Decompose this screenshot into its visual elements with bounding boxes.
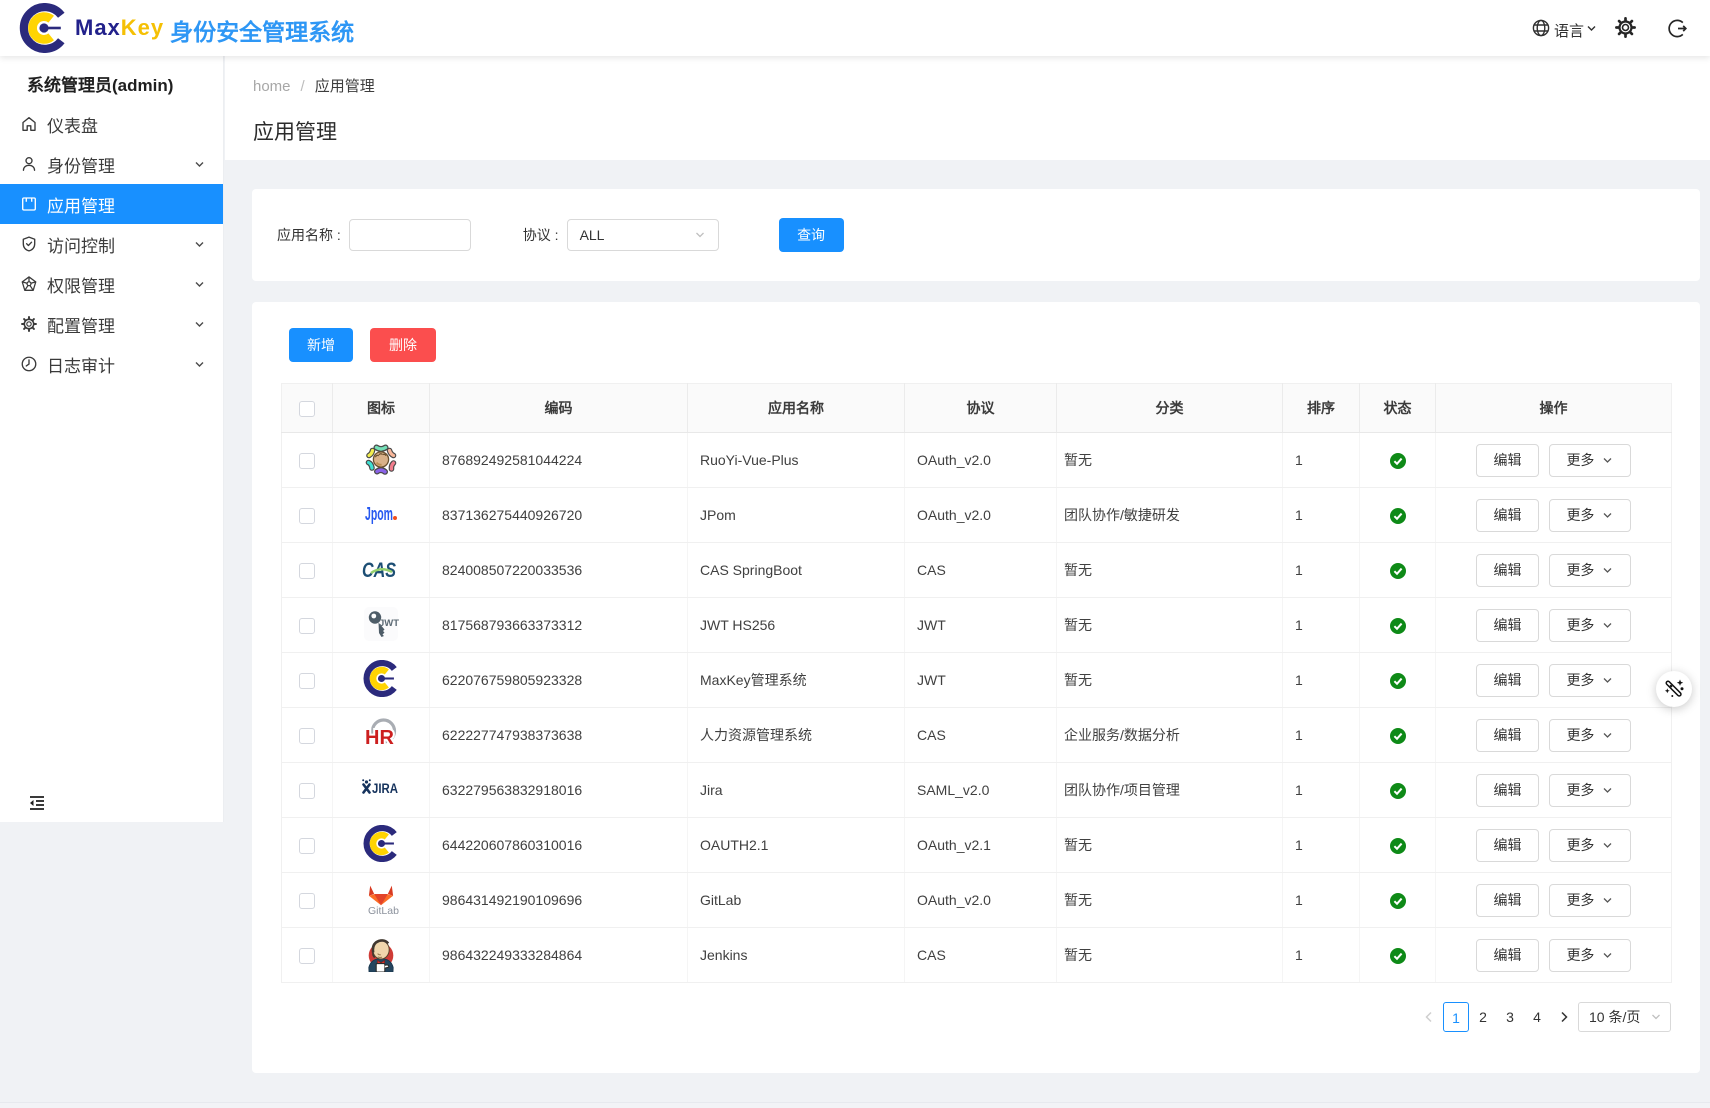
svg-text:Jpom: Jpom (365, 504, 393, 524)
svg-text:HR: HR (365, 727, 394, 749)
svg-text:JIRA: JIRA (372, 781, 398, 796)
svg-text:GitLab: GitLab (368, 905, 399, 917)
svg-text:JWT: JWT (379, 618, 399, 629)
